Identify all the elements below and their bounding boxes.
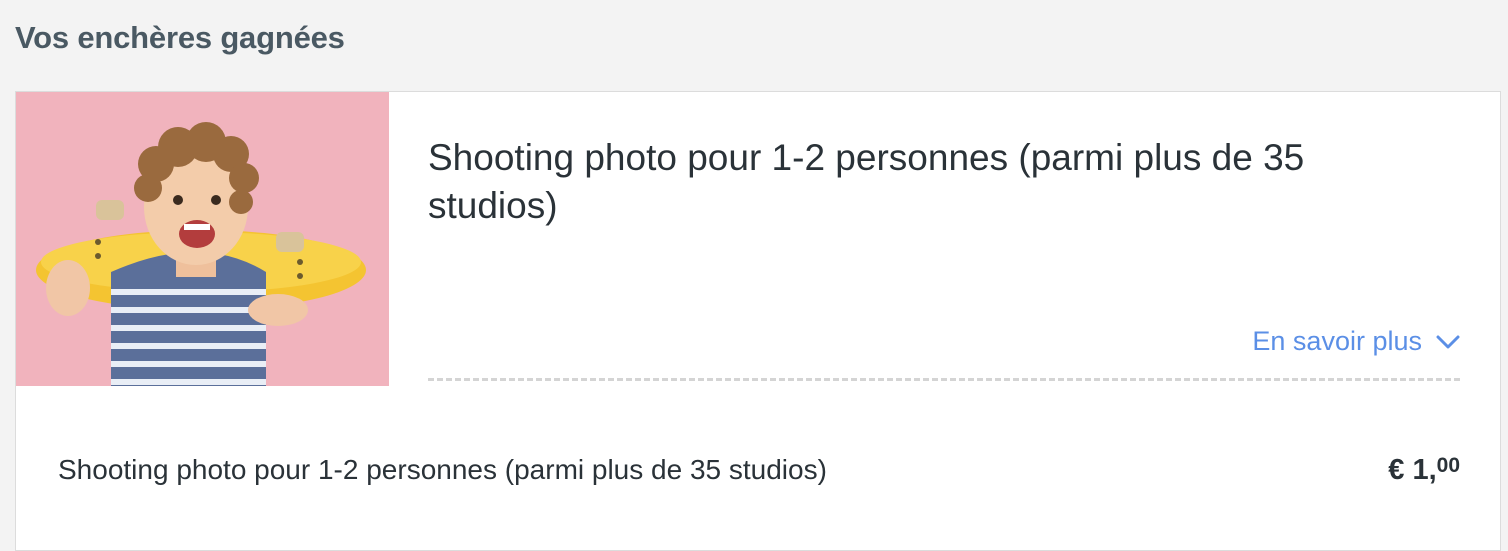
chevron-down-icon — [1436, 335, 1460, 349]
price-main: 1, — [1412, 454, 1437, 486]
order-line-price: € 1,00 — [1388, 454, 1460, 487]
more-info-link[interactable]: En savoir plus — [1252, 326, 1460, 357]
price-currency: € — [1388, 454, 1405, 486]
dashed-divider — [428, 378, 1460, 381]
won-auction-card: Shooting photo pour 1-2 personnes (parmi… — [15, 91, 1501, 551]
product-title[interactable]: Shooting photo pour 1-2 personnes (parmi… — [428, 134, 1418, 230]
more-info-label: En savoir plus — [1252, 326, 1422, 356]
order-line-label: Shooting photo pour 1-2 personnes (parmi… — [58, 454, 827, 485]
product-photo — [16, 92, 389, 386]
price-cents: 00 — [1436, 454, 1460, 477]
section-title: Vos enchères gagnées — [15, 20, 345, 55]
product-image[interactable] — [16, 92, 389, 386]
order-line: Shooting photo pour 1-2 personnes (parmi… — [58, 454, 1460, 487]
